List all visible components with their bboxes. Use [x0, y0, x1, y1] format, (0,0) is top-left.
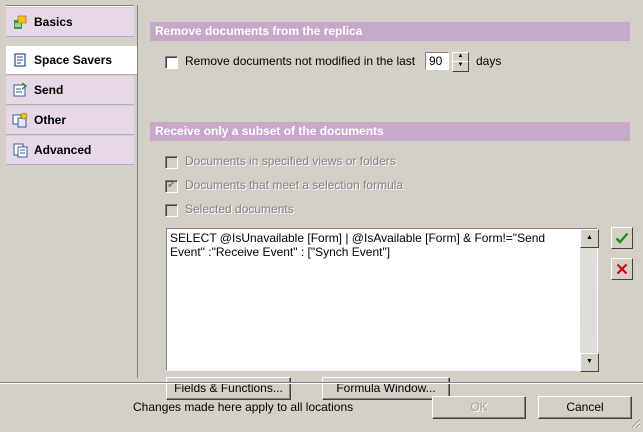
- footer-note: Changes made here apply to all locations: [133, 400, 354, 414]
- days-suffix: days: [476, 54, 502, 68]
- days-spinner[interactable]: ▲ ▼: [452, 52, 469, 72]
- checkmark-icon: ✔: [167, 179, 177, 191]
- formula-editor[interactable]: SELECT @IsUnavailable [Form] | @IsAvaila…: [166, 228, 599, 372]
- views-folders-checkbox[interactable]: [165, 156, 178, 169]
- subset-section-header: Receive only a subset of the documents: [150, 122, 630, 141]
- spin-down-icon[interactable]: ▼: [452, 61, 469, 72]
- sidebar-item-advanced[interactable]: Advanced: [6, 136, 134, 165]
- scroll-down-icon[interactable]: ▼: [580, 353, 599, 372]
- formula-window-button[interactable]: Formula Window...: [322, 377, 450, 400]
- advanced-icon: [12, 142, 28, 158]
- fields-functions-button[interactable]: Fields & Functions...: [166, 377, 291, 400]
- sidebar-item-label: Send: [34, 83, 64, 97]
- days-input[interactable]: 90: [425, 52, 449, 70]
- remove-documents-checkbox[interactable]: [165, 56, 178, 69]
- ok-button[interactable]: OK: [432, 396, 526, 419]
- views-folders-label: Documents in specified views or folders: [185, 154, 396, 168]
- close-icon: [616, 263, 628, 275]
- selection-formula-checkbox[interactable]: ✔: [165, 179, 178, 193]
- selected-documents-label: Selected documents: [185, 202, 294, 216]
- selected-documents-checkbox[interactable]: [165, 204, 178, 217]
- sidebar-item-label: Basics: [34, 15, 73, 29]
- remove-documents-label: Remove documents not modified in the las…: [185, 54, 416, 68]
- accept-formula-button[interactable]: [611, 227, 633, 249]
- sidebar-item-label: Other: [34, 113, 67, 127]
- other-icon: [12, 112, 28, 128]
- basics-icon: [12, 14, 28, 30]
- send-icon: [12, 82, 28, 98]
- sidebar-item-send[interactable]: Send: [6, 76, 134, 105]
- space-savers-icon: [12, 52, 28, 68]
- selection-formula-label: Documents that meet a selection formula: [185, 178, 404, 192]
- formula-text[interactable]: SELECT @IsUnavailable [Form] | @IsAvaila…: [170, 231, 575, 259]
- resize-grip-icon[interactable]: [629, 417, 641, 429]
- footer-divider: [0, 382, 643, 384]
- sidebar-item-basics[interactable]: Basics: [6, 8, 134, 37]
- scroll-up-icon[interactable]: ▲: [580, 229, 599, 248]
- sidebar-item-label: Advanced: [34, 143, 92, 157]
- cancel-button[interactable]: Cancel: [538, 396, 632, 419]
- sidebar-item-space-savers[interactable]: Space Savers: [6, 46, 137, 75]
- remove-section-header: Remove documents from the replica: [150, 22, 630, 41]
- formula-scrollbar[interactable]: ▲ ▼: [580, 229, 599, 372]
- reject-formula-button[interactable]: [611, 258, 633, 280]
- sidebar-top-divider: [6, 5, 134, 7]
- checkmark-icon: [615, 232, 629, 244]
- sidebar-item-label: Space Savers: [34, 53, 113, 67]
- sidebar-item-other[interactable]: Other: [6, 106, 134, 135]
